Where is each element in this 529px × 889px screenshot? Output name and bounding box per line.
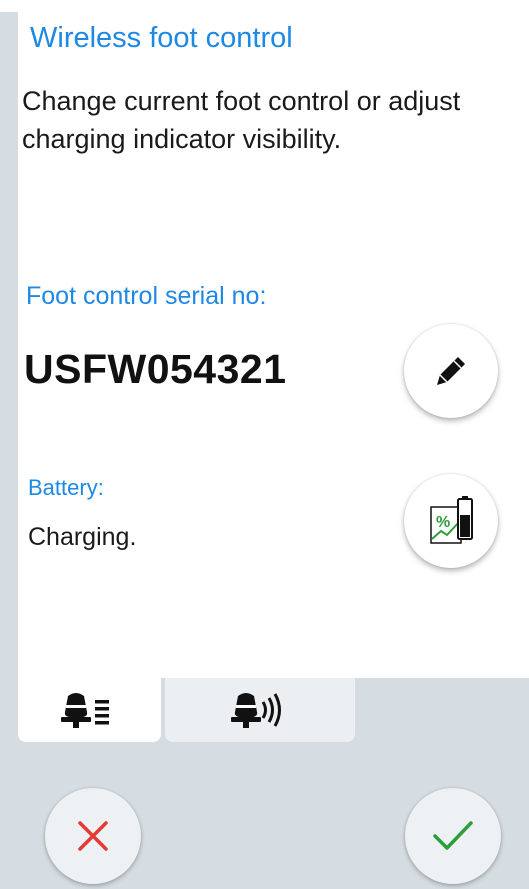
pencil-icon bbox=[437, 357, 465, 385]
foot-control-wireless-icon bbox=[231, 693, 281, 728]
tab-bar bbox=[18, 678, 529, 742]
battery-charging-indicator-icon: % bbox=[430, 496, 473, 544]
battery-status: Charging. bbox=[28, 523, 137, 551]
settings-card: Wireless foot control Change current foo… bbox=[18, 12, 529, 678]
page-description: Change current foot control or adjust ch… bbox=[22, 86, 461, 154]
tab-wireless-pairing[interactable] bbox=[165, 678, 355, 742]
foot-control-list-icon bbox=[60, 693, 109, 728]
serial-label: Foot control serial no: bbox=[26, 282, 267, 310]
battery-indicator-button[interactable]: % bbox=[404, 474, 498, 568]
svg-text:%: % bbox=[436, 514, 450, 531]
edit-serial-button[interactable] bbox=[404, 324, 498, 418]
tab-foot-control-settings[interactable] bbox=[18, 678, 161, 742]
top-strip bbox=[0, 0, 529, 12]
checkmark-icon bbox=[433, 821, 473, 850]
battery-label: Battery: bbox=[28, 475, 104, 500]
serial-value: USFW054321 bbox=[24, 346, 287, 392]
page-title: Wireless foot control bbox=[30, 22, 293, 54]
cancel-button[interactable] bbox=[45, 788, 141, 884]
confirm-button[interactable] bbox=[405, 788, 501, 884]
close-icon bbox=[78, 821, 108, 851]
